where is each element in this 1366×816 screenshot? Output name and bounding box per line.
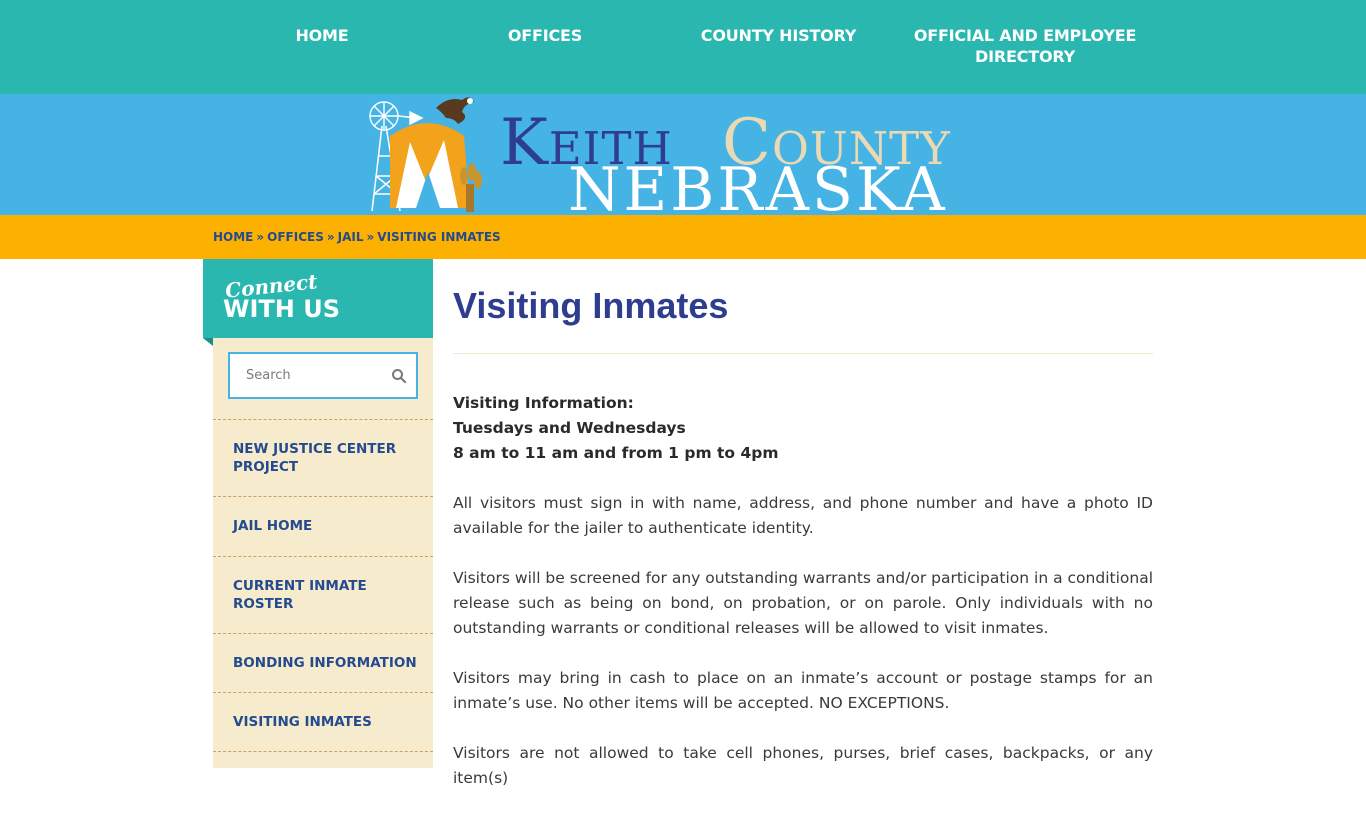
nav-county-history-link[interactable]: COUNTY HISTORY xyxy=(690,25,867,46)
breadcrumb-separator: » xyxy=(326,230,335,244)
connect-title: WITH US xyxy=(223,295,340,323)
visiting-hours: 8 am to 11 am and from 1 pm to 4pm xyxy=(453,444,779,462)
paragraph-sign-in: All visitors must sign in with name, add… xyxy=(453,494,1153,537)
breadcrumb-separator: » xyxy=(366,230,375,244)
sidebar-divider xyxy=(213,633,433,634)
sidebar-divider xyxy=(213,692,433,693)
connect-with-us-header: Connect WITH US xyxy=(203,259,433,338)
breadcrumb: HOME» OFFICES» JAIL» VISITING INMATES xyxy=(213,229,501,245)
sidebar-divider xyxy=(213,419,433,420)
sidebar-divider xyxy=(213,496,433,497)
nav-offices-link[interactable]: OFFICES xyxy=(495,25,595,46)
title-divider xyxy=(453,353,1153,354)
sidebar-item-jail-home[interactable]: JAIL HOME xyxy=(233,517,423,535)
sidebar-item-inmate-roster[interactable]: CURRENT INMATE ROSTER xyxy=(233,577,423,613)
top-navigation: HOME OFFICES COUNTY HISTORY OFFICIAL AND… xyxy=(0,0,1366,94)
sidebar-item-visiting-inmates[interactable]: VISITING INMATES xyxy=(233,713,423,731)
paragraph-items: Visitors may bring in cash to place on a… xyxy=(453,669,1153,712)
sidebar-item-new-justice-center[interactable]: NEW JUSTICE CENTER PROJECT xyxy=(233,440,423,476)
breadcrumb-bar: HOME» OFFICES» JAIL» VISITING INMATES xyxy=(0,215,1366,259)
visiting-info-heading: Visiting Information: xyxy=(453,394,634,412)
county-emblem-logo xyxy=(369,97,482,212)
visiting-info-block: Visiting Information: Tuesdays and Wedne… xyxy=(453,391,1153,466)
breadcrumb-offices[interactable]: OFFICES xyxy=(267,230,324,244)
nav-directory-link[interactable]: OFFICIAL AND EMPLOYEE DIRECTORY xyxy=(905,25,1145,67)
sidebar-divider xyxy=(213,556,433,557)
breadcrumb-separator: » xyxy=(256,230,265,244)
breadcrumb-jail[interactable]: JAIL xyxy=(338,230,364,244)
paragraph-prohibited: Visitors are not allowed to take cell ph… xyxy=(453,744,1153,787)
main-content: Visiting Information: Tuesdays and Wedne… xyxy=(453,391,1153,816)
page-title: Visiting Inmates xyxy=(453,285,729,326)
breadcrumb-home[interactable]: HOME xyxy=(213,230,253,244)
search-box xyxy=(228,352,418,399)
paragraph-screening: Visitors will be screened for any outsta… xyxy=(453,569,1153,637)
breadcrumb-current: VISITING INMATES xyxy=(377,230,501,244)
search-input[interactable] xyxy=(230,354,386,397)
nav-home-link[interactable]: HOME xyxy=(280,25,364,46)
site-banner: Keith County NEBRASKA xyxy=(0,94,1366,215)
search-icon[interactable] xyxy=(391,368,407,384)
sidebar-item-bonding-information[interactable]: BONDING INFORMATION xyxy=(233,654,423,672)
logo-nebraska-text: NEBRASKA xyxy=(568,155,948,215)
sidebar-divider xyxy=(213,751,433,752)
ribbon-fold xyxy=(203,338,213,346)
visiting-days: Tuesdays and Wednesdays xyxy=(453,419,686,437)
